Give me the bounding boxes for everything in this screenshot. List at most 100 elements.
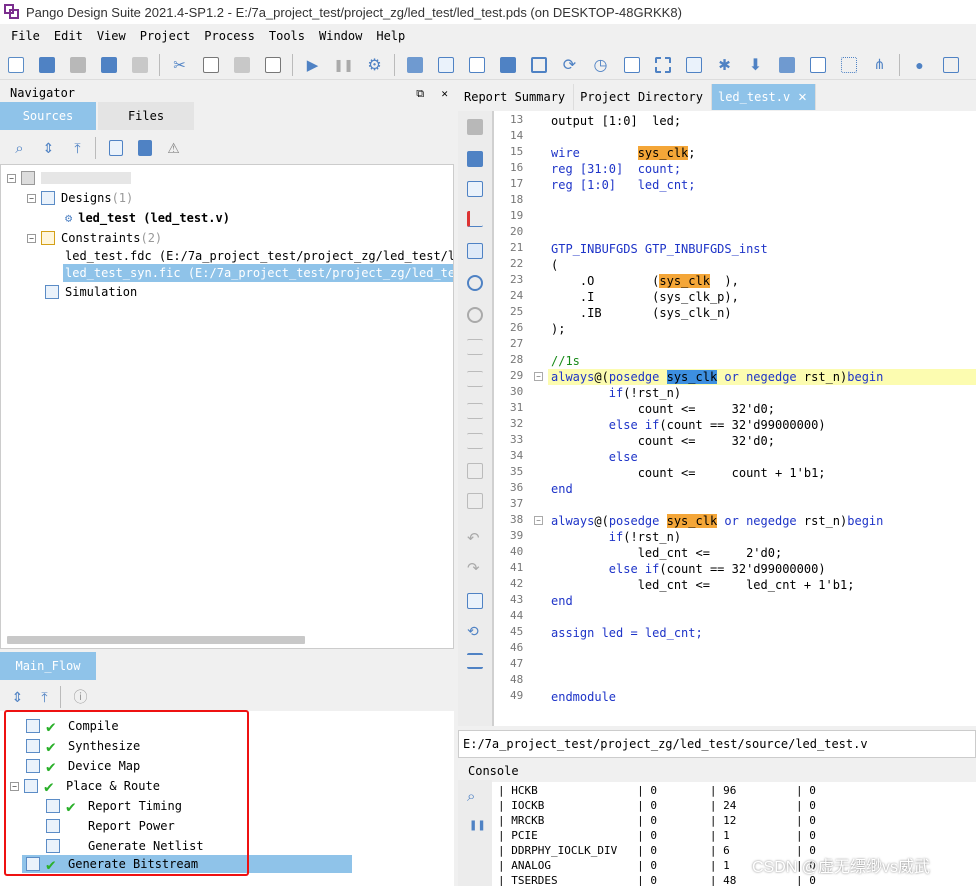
save-all-button[interactable] bbox=[97, 53, 120, 76]
collapse-toggle-icon[interactable]: − bbox=[7, 173, 16, 183]
list-icon[interactable] bbox=[467, 211, 483, 227]
code-line: .I (sys_clk_p), bbox=[551, 289, 739, 305]
download-button[interactable]: ⬇ bbox=[744, 53, 767, 76]
tab-sources[interactable]: Sources bbox=[0, 102, 96, 130]
waveform-button[interactable] bbox=[620, 53, 643, 76]
find-icon[interactable] bbox=[467, 593, 483, 609]
line-number: 20 bbox=[510, 225, 524, 238]
collapse-all-button[interactable]: ⤒ bbox=[66, 137, 89, 160]
zoom-in-icon[interactable] bbox=[467, 275, 483, 291]
paste-button[interactable] bbox=[230, 53, 253, 76]
tree-top-module[interactable]: ⚙ led_test (led_test.v) bbox=[65, 209, 230, 227]
fold-toggle-icon[interactable]: − bbox=[534, 516, 543, 525]
run-button[interactable]: ▶ bbox=[301, 53, 324, 76]
extra-button[interactable] bbox=[939, 53, 962, 76]
tree-fic-file[interactable]: led_test_syn.fic (E:/7a_project_test/pro… bbox=[63, 264, 453, 282]
horizontal-scrollbar[interactable] bbox=[7, 636, 305, 644]
line-number: 31 bbox=[510, 401, 524, 414]
tree-fdc-file[interactable]: led_test.fdc (E:/7a_project_test/project… bbox=[65, 247, 453, 265]
pin-button[interactable] bbox=[651, 53, 674, 76]
cut-button[interactable]: ✂ bbox=[168, 53, 191, 76]
pause-button[interactable]: ❚❚ bbox=[332, 53, 355, 76]
title-bar: Pango Design Suite 2021.4-SP1.2 - E:/7a_… bbox=[0, 0, 976, 24]
menu-view[interactable]: View bbox=[90, 29, 133, 43]
settings-button[interactable]: ⚙ bbox=[363, 53, 386, 76]
tab-files[interactable]: Files bbox=[98, 102, 194, 130]
save-icon[interactable] bbox=[467, 119, 483, 135]
tree-button[interactable]: ⋔ bbox=[868, 53, 891, 76]
code-token: (count == 32'd99000000) bbox=[659, 562, 826, 576]
page-icon[interactable] bbox=[467, 243, 483, 259]
align-icon[interactable] bbox=[467, 403, 483, 419]
add-source-button[interactable] bbox=[133, 137, 156, 160]
expand-all-button[interactable]: ⇕ bbox=[6, 686, 29, 709]
folder-icon[interactable] bbox=[467, 151, 483, 167]
menu-file[interactable]: File bbox=[4, 29, 47, 43]
comment-icon[interactable] bbox=[467, 433, 483, 449]
code-editor[interactable]: output [1:0] led; wire sys_clk; reg [31:0]… bbox=[548, 111, 976, 726]
code-token: ; bbox=[688, 146, 696, 160]
collapse-toggle-icon[interactable]: − bbox=[27, 233, 36, 243]
warning-button[interactable]: ⚠ bbox=[162, 137, 185, 160]
indent-icon[interactable] bbox=[467, 339, 483, 355]
tab-project-directory[interactable]: Project Directory bbox=[574, 84, 712, 110]
replace-icon[interactable]: ⟲ bbox=[467, 623, 483, 639]
uncomment-icon[interactable] bbox=[467, 463, 483, 479]
new-file-button[interactable] bbox=[4, 53, 27, 76]
chart-button[interactable] bbox=[806, 53, 829, 76]
debug-button[interactable]: ✱ bbox=[713, 53, 736, 76]
help-button[interactable]: ⓘ bbox=[69, 686, 92, 709]
schematic-button[interactable] bbox=[465, 53, 488, 76]
zoom-out-icon[interactable] bbox=[467, 307, 483, 323]
menu-window[interactable]: Window bbox=[312, 29, 369, 43]
menu-project[interactable]: Project bbox=[133, 29, 198, 43]
table-button[interactable] bbox=[682, 53, 705, 76]
netlist-button[interactable] bbox=[496, 53, 519, 76]
tab-main-flow[interactable]: Main_Flow bbox=[0, 652, 96, 680]
menu-process[interactable]: Process bbox=[197, 29, 262, 43]
code-token: always bbox=[551, 514, 595, 528]
clock-button[interactable]: ◷ bbox=[589, 53, 612, 76]
collapse-toggle-icon[interactable]: − bbox=[27, 193, 36, 203]
save-as-button[interactable] bbox=[128, 53, 151, 76]
menu-tools[interactable]: Tools bbox=[262, 29, 312, 43]
line-number: 26 bbox=[510, 321, 524, 334]
expand-all-button[interactable]: ⇕ bbox=[37, 137, 60, 160]
find-button[interactable] bbox=[261, 53, 284, 76]
copy-button[interactable] bbox=[199, 53, 222, 76]
tab-led-test-v[interactable]: led_test.v ✕ bbox=[711, 84, 816, 110]
report-button[interactable] bbox=[403, 53, 426, 76]
tree-designs[interactable]: − Designs (1) bbox=[27, 189, 133, 207]
format-icon[interactable] bbox=[467, 493, 483, 509]
menu-help[interactable]: Help bbox=[369, 29, 412, 43]
float-icon[interactable]: ⧉ bbox=[416, 87, 424, 100]
hierarchy-button[interactable] bbox=[837, 53, 860, 76]
fold-toggle-icon[interactable]: − bbox=[534, 372, 543, 381]
save-button[interactable] bbox=[66, 53, 89, 76]
goto-line-icon[interactable] bbox=[467, 653, 483, 669]
collapse-all-button[interactable]: ⤒ bbox=[33, 686, 56, 709]
open-button[interactable] bbox=[35, 53, 58, 76]
search-icon[interactable]: ⌕ bbox=[467, 788, 475, 805]
tree-simulation[interactable]: Simulation bbox=[45, 283, 137, 301]
search-button[interactable]: ⌕ bbox=[8, 137, 31, 160]
tree-root[interactable]: − bbox=[7, 169, 131, 187]
close-icon[interactable]: ✕ bbox=[798, 89, 806, 105]
document-icon[interactable] bbox=[467, 181, 483, 197]
redo-icon[interactable]: ↷ bbox=[467, 559, 483, 577]
tab-report-summary[interactable]: Report Summary bbox=[458, 84, 575, 110]
pause-icon[interactable]: ❚❚ bbox=[469, 820, 486, 831]
outdent-icon[interactable] bbox=[467, 371, 483, 387]
close-icon[interactable]: ✕ bbox=[441, 87, 448, 100]
undo-icon[interactable]: ↶ bbox=[467, 529, 483, 547]
refresh-button[interactable]: ⟳ bbox=[558, 53, 581, 76]
tree-constraints[interactable]: − Constraints (2) bbox=[27, 229, 162, 247]
menu-edit[interactable]: Edit bbox=[47, 29, 90, 43]
view-report-button[interactable] bbox=[434, 53, 457, 76]
code-token: if bbox=[608, 530, 624, 544]
inserter-button[interactable] bbox=[775, 53, 798, 76]
tips-button[interactable]: ● bbox=[908, 53, 931, 76]
designs-count: (1) bbox=[111, 191, 134, 205]
device-button[interactable] bbox=[527, 53, 550, 76]
ip-button[interactable] bbox=[104, 137, 127, 160]
